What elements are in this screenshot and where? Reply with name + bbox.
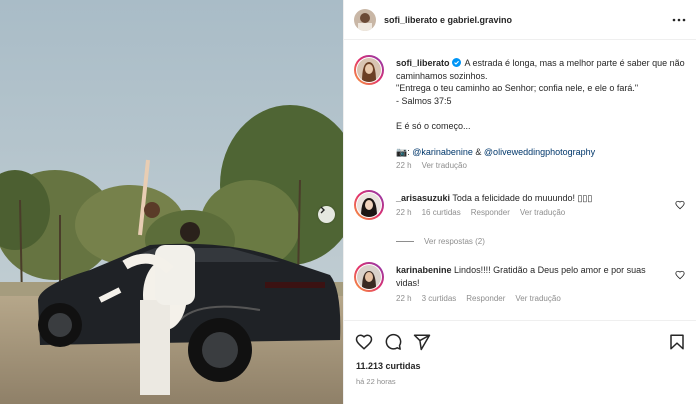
like-comment-heart-icon[interactable] xyxy=(675,270,685,280)
comment-translate-link[interactable]: Ver tradução xyxy=(520,208,565,217)
avatar-image xyxy=(357,58,381,82)
caption-line-4: E é só o começo... xyxy=(396,121,471,131)
comment-message: Toda a felicidade do muuundo! ▯▯▯ xyxy=(452,193,593,203)
next-photo-button[interactable] xyxy=(318,206,335,223)
mention-karinabenine[interactable]: @karinabenine xyxy=(412,147,473,157)
comment-avatar[interactable] xyxy=(354,262,384,292)
comment-icon[interactable] xyxy=(384,333,402,351)
post-header: sofi_liberato e gabriel.gravino xyxy=(344,0,696,40)
view-replies-button[interactable]: Ver respostas (2) xyxy=(396,237,485,246)
comment-time: 22 h xyxy=(396,294,412,303)
avatar-image xyxy=(357,193,381,217)
caption-translate-link[interactable]: Ver tradução xyxy=(422,161,467,170)
save-bookmark-icon[interactable] xyxy=(668,333,686,351)
comment-text: karinabenine Lindos!!!! Gratidão a Deus … xyxy=(396,264,671,306)
like-heart-icon[interactable] xyxy=(355,333,373,351)
reply-button[interactable]: Responder xyxy=(471,208,510,217)
avatar-image xyxy=(354,8,376,31)
post-panel: sofi_liberato e gabriel.gravino sofi_lib… xyxy=(343,0,696,404)
avatar-image xyxy=(357,265,381,289)
caption-text: sofi_liberato A estrada é longa, mas a m… xyxy=(396,57,686,173)
caption-line-2: "Entrega o teu caminho ao Senhor; confia… xyxy=(396,83,639,93)
post-actions: 11.213 curtidas há 22 horas xyxy=(344,320,696,404)
comment-avatar[interactable] xyxy=(354,190,384,220)
likes-count[interactable]: 11.213 curtidas xyxy=(356,361,421,371)
comment-username[interactable]: karinabenine xyxy=(396,265,452,275)
mention-oliveweddingphotography[interactable]: @oliveweddingphotography xyxy=(484,147,595,157)
caption-avatar[interactable] xyxy=(354,55,384,85)
post-view: sofi_liberato e gabriel.gravino sofi_lib… xyxy=(0,0,696,404)
replies-divider xyxy=(396,241,414,242)
reply-button[interactable]: Responder xyxy=(466,294,505,303)
caption-time: 22 h xyxy=(396,161,412,170)
post-time: há 22 horas xyxy=(356,377,396,386)
comment-likes[interactable]: 16 curtidas xyxy=(422,208,461,217)
more-dots-icon xyxy=(672,18,686,22)
verified-icon xyxy=(451,58,461,67)
like-comment-heart-icon[interactable] xyxy=(675,200,685,210)
photo-illustration xyxy=(0,0,343,404)
header-avatar[interactable] xyxy=(354,8,376,31)
mention-separator: & xyxy=(472,146,484,157)
caption-username[interactable]: sofi_liberato xyxy=(396,58,450,68)
comment-translate-link[interactable]: Ver tradução xyxy=(515,294,560,303)
caption-line-3: - Salmos 37:5 xyxy=(396,95,452,106)
more-options-button[interactable] xyxy=(671,12,687,28)
comment-username[interactable]: _arisasuzuki xyxy=(396,193,450,203)
chevron-right-icon xyxy=(320,206,325,214)
comment-time: 22 h xyxy=(396,207,412,217)
header-usernames[interactable]: sofi_liberato e gabriel.gravino xyxy=(384,15,512,25)
comment-likes[interactable]: 3 curtidas xyxy=(422,294,457,303)
view-replies-label: Ver respostas (2) xyxy=(424,237,485,246)
post-photo[interactable] xyxy=(0,0,343,404)
camera-credit-prefix: 📷: xyxy=(396,146,413,157)
share-send-icon[interactable] xyxy=(413,333,431,351)
comment-text: _arisasuzuki Toda a felicidade do muuund… xyxy=(396,192,671,219)
